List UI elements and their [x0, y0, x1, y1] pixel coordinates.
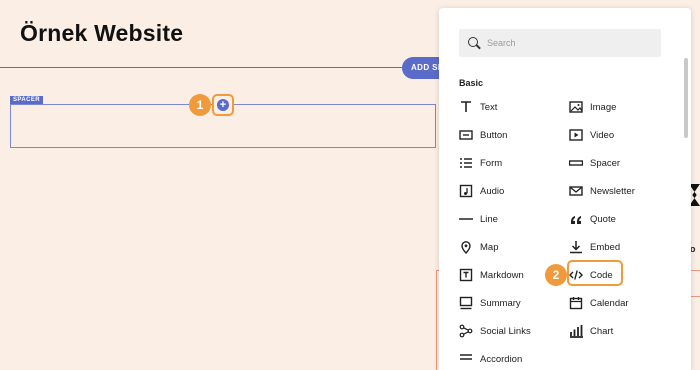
block-label: Image — [590, 101, 617, 113]
block-form[interactable]: Form — [459, 153, 502, 173]
chart-icon — [569, 324, 583, 338]
button-icon — [459, 128, 473, 142]
block-embed[interactable]: Embed — [569, 237, 620, 257]
block-audio[interactable]: Audio — [459, 181, 504, 201]
block-chart[interactable]: Chart — [569, 321, 613, 341]
block-label: Markdown — [480, 269, 524, 281]
step-1-badge: 1 — [189, 94, 211, 116]
form-icon — [459, 156, 473, 170]
block-quote[interactable]: Quote — [569, 209, 616, 229]
code-highlight-outline — [567, 260, 623, 286]
line-icon — [459, 212, 473, 226]
embed-icon — [569, 240, 583, 254]
group-title-basic: Basic — [459, 78, 484, 88]
block-label: Video — [590, 129, 615, 141]
block-picker-panel: Basic Text Image Button Video Form Space… — [439, 8, 691, 370]
step-2-badge: 2 — [545, 264, 567, 286]
text-icon — [459, 100, 473, 114]
block-label: Accordion — [480, 353, 523, 365]
block-markdown[interactable]: Markdown — [459, 265, 524, 285]
block-social-links[interactable]: Social Links — [459, 321, 531, 341]
add-block-button[interactable]: + — [212, 94, 234, 116]
block-accordion[interactable]: Accordion — [459, 349, 522, 369]
block-text[interactable]: Text — [459, 97, 497, 117]
block-spacer[interactable]: Spacer — [569, 153, 620, 173]
block-label: Audio — [480, 185, 505, 197]
block-label: Text — [480, 101, 498, 113]
newsletter-icon — [569, 184, 583, 198]
social-links-icon — [459, 324, 473, 338]
block-image[interactable]: Image — [569, 97, 616, 117]
block-label: Spacer — [590, 157, 621, 169]
block-video[interactable]: Video — [569, 125, 614, 145]
block-map[interactable]: Map — [459, 237, 498, 257]
block-label: Newsletter — [590, 185, 635, 197]
calendar-icon — [569, 296, 583, 310]
block-label: Line — [480, 213, 498, 225]
spacer-tag: SPACER — [10, 96, 43, 104]
block-summary[interactable]: Summary — [459, 293, 521, 313]
site-title: Örnek Website — [20, 20, 184, 46]
accordion-icon — [459, 352, 473, 366]
block-label: Map — [480, 241, 499, 253]
plus-icon: + — [217, 99, 229, 111]
search-box[interactable] — [459, 29, 661, 57]
block-label: Embed — [590, 241, 621, 253]
block-label: Form — [480, 157, 503, 169]
search-icon — [468, 37, 478, 47]
map-pin-icon — [459, 240, 473, 254]
markdown-icon — [459, 268, 473, 282]
video-icon — [569, 128, 583, 142]
block-line[interactable]: Line — [459, 209, 498, 229]
image-icon — [569, 100, 583, 114]
summary-icon — [459, 296, 473, 310]
search-input[interactable] — [487, 29, 657, 57]
block-calendar[interactable]: Calendar — [569, 293, 629, 313]
block-label: Button — [480, 129, 508, 141]
audio-icon — [459, 184, 473, 198]
block-label: Quote — [590, 213, 616, 225]
spacer-icon — [569, 156, 583, 170]
block-label: Calendar — [590, 297, 629, 309]
block-label: Chart — [590, 325, 614, 337]
block-newsletter[interactable]: Newsletter — [569, 181, 635, 201]
section-divider — [0, 67, 440, 68]
block-label: Summary — [480, 297, 521, 309]
block-button[interactable]: Button — [459, 125, 507, 145]
scrollbar[interactable] — [684, 58, 688, 138]
block-label: Social Links — [480, 325, 531, 337]
quote-icon — [569, 212, 583, 226]
